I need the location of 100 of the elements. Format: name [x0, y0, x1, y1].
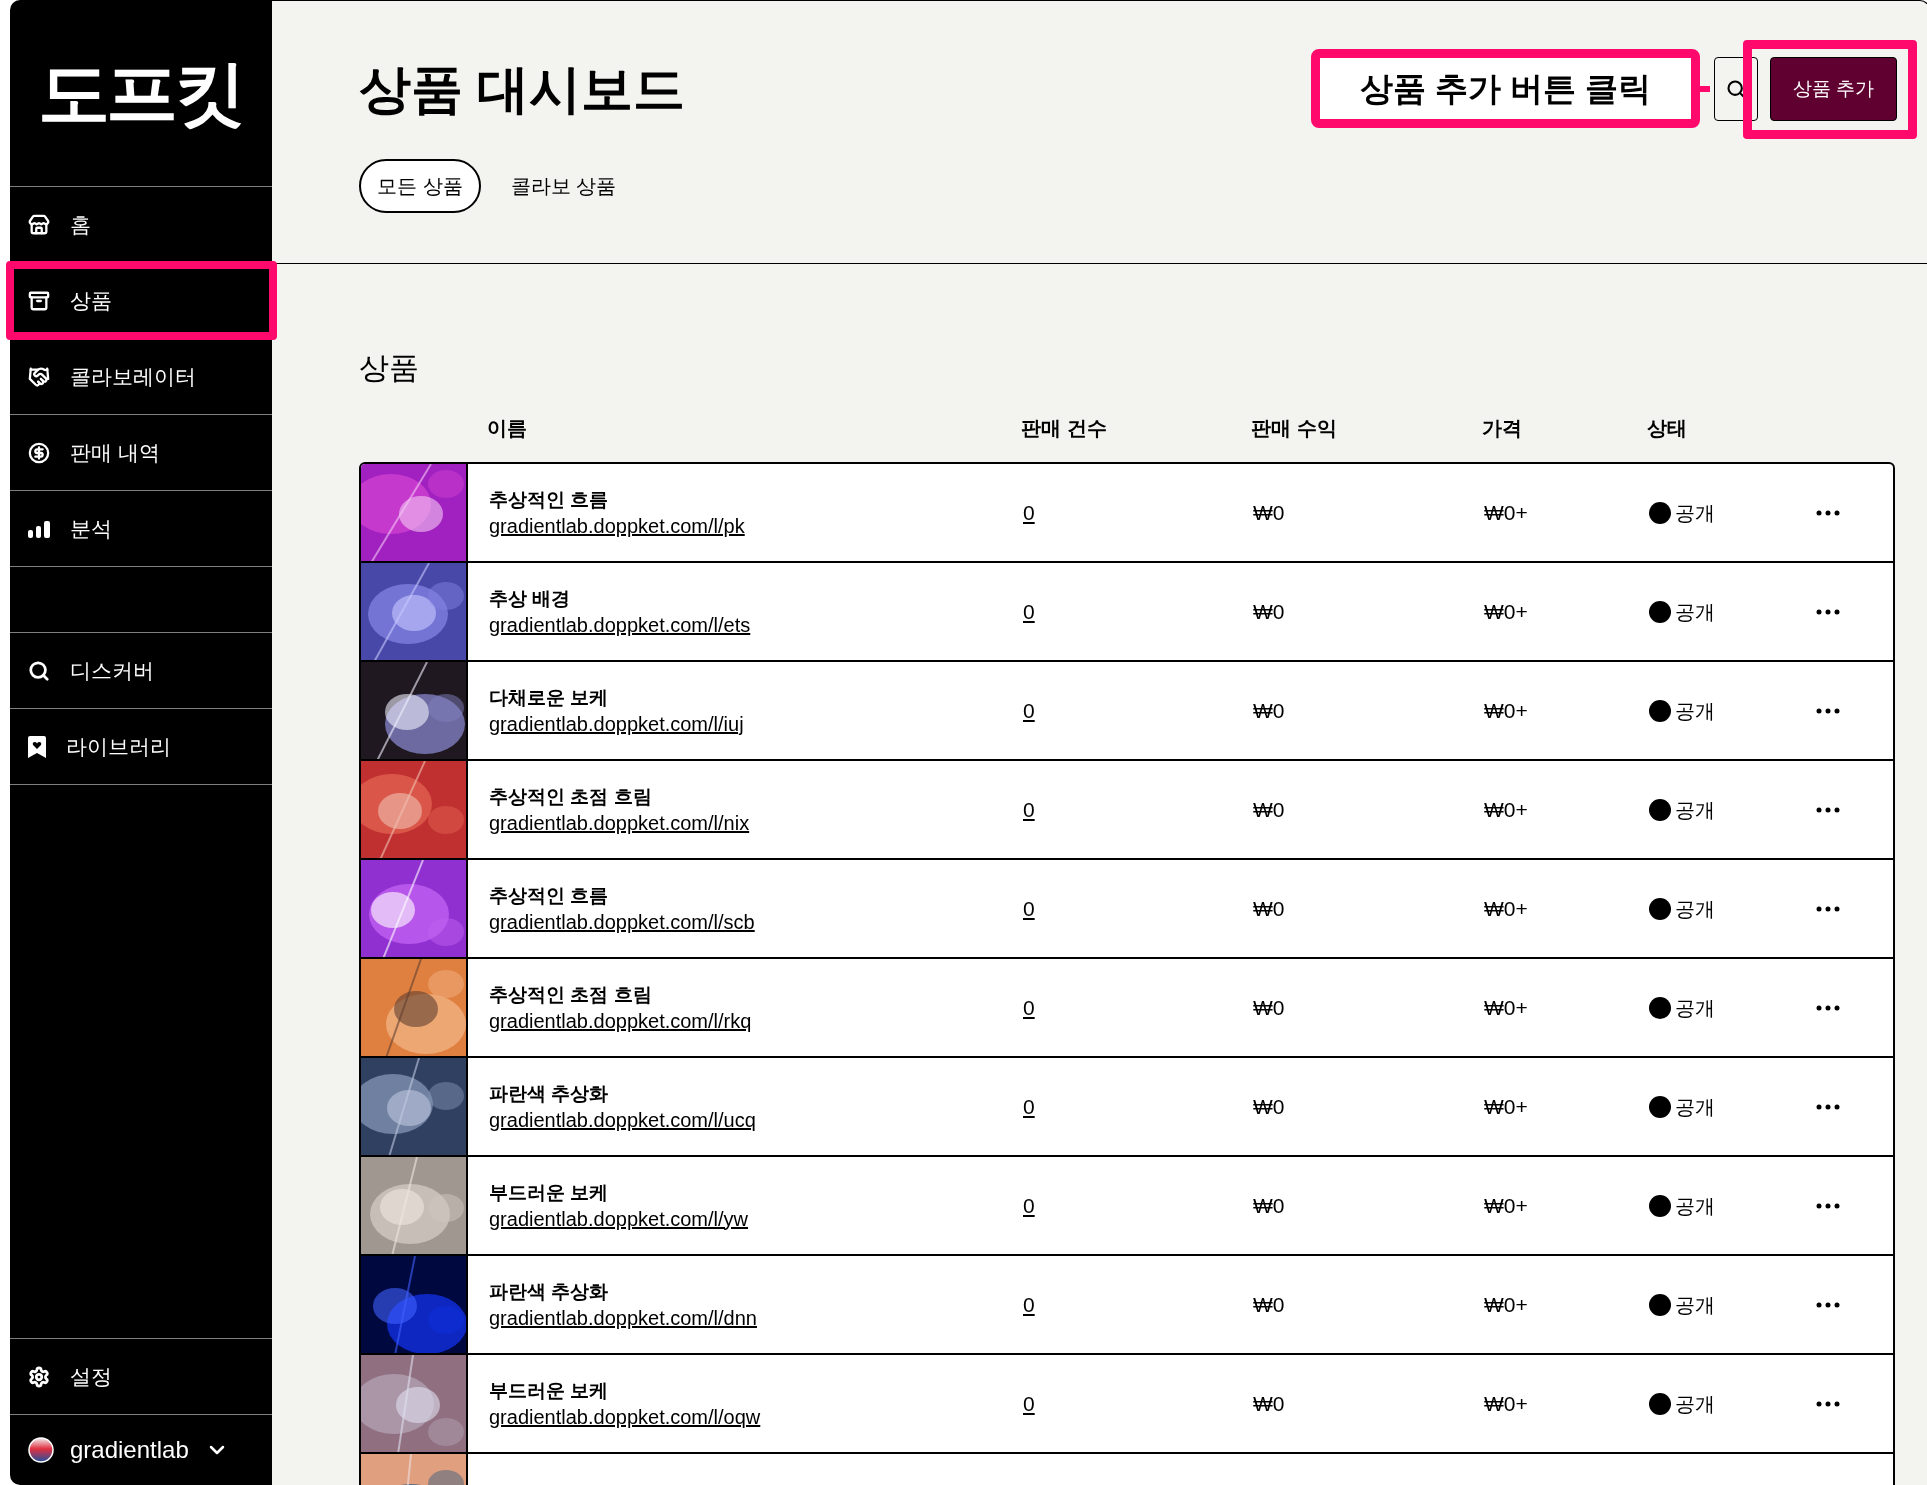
- ellipsis-icon: [1816, 1202, 1840, 1209]
- product-name: 추상적인 초점 흐림: [489, 982, 653, 1007]
- dollar-icon: [28, 441, 50, 464]
- add-product-button[interactable]: 상품 추가: [1770, 57, 1897, 121]
- status-label: 공개: [1675, 500, 1715, 526]
- bookmark-icon: [28, 735, 46, 758]
- product-name: 추상 배경: [489, 586, 572, 611]
- price-cell-text: ₩0+: [1484, 796, 1529, 823]
- product-link[interactable]: gradientlab.doppket.com/l/ucq: [489, 1106, 1023, 1133]
- product-name: 추상적인 흐름: [489, 487, 610, 512]
- ellipsis-icon: [1816, 608, 1840, 615]
- store-icon: [28, 213, 50, 236]
- ellipsis-icon: [1816, 1103, 1840, 1110]
- sales-count-link[interactable]: 0: [1023, 1094, 1035, 1118]
- revenue-cell-text: ₩0: [1253, 598, 1286, 625]
- revenue-cell-text: ₩0: [1253, 1093, 1286, 1120]
- price-cell-text: ₩0+: [1484, 1093, 1529, 1120]
- product-name: 부드러운 보케: [489, 1180, 610, 1205]
- revenue-cell-text: ₩0: [1253, 1291, 1286, 1318]
- sidebar-item[interactable]: 설정: [10, 1339, 272, 1414]
- revenue-cell-text: ₩0: [1253, 697, 1286, 724]
- price-cell-text: ₩0+: [1484, 994, 1529, 1021]
- logo[interactable]: 도프킷: [38, 57, 242, 129]
- column-header: 가격: [1482, 416, 1523, 441]
- callout-label: 상품 추가 버튼 클릭: [1311, 49, 1700, 128]
- search-icon: [1726, 79, 1746, 99]
- product-link[interactable]: gradientlab.doppket.com/l/pk: [489, 512, 1023, 539]
- revenue-cell-text: ₩0: [1253, 796, 1286, 823]
- bar-chart-icon: [28, 519, 50, 538]
- status-label: 공개: [1675, 797, 1715, 823]
- product-link[interactable]: gradientlab.doppket.com/l/nix: [489, 809, 1023, 836]
- column-header: 판매 건수: [1021, 416, 1108, 441]
- sales-count-link[interactable]: 0: [1023, 1193, 1035, 1217]
- sidebar-item[interactable]: 홈: [10, 187, 272, 262]
- status-label: 공개: [1675, 1391, 1715, 1417]
- archive-icon: [28, 289, 50, 312]
- sales-count-link[interactable]: 0: [1023, 1292, 1035, 1316]
- price-cell-text: ₩0+: [1484, 1390, 1529, 1417]
- sales-count-link[interactable]: 0: [1023, 698, 1035, 722]
- page-title: 상품 대시보드: [359, 59, 686, 120]
- sidebar-item[interactable]: 콜라보레이터: [10, 339, 272, 414]
- sales-count-link[interactable]: 0: [1023, 896, 1035, 920]
- column-header: 상태: [1647, 416, 1688, 441]
- price-cell-text: ₩0+: [1484, 499, 1529, 526]
- product-name: 추상적인 초점 흐림: [489, 784, 653, 809]
- sales-count-link[interactable]: 0: [1023, 995, 1035, 1019]
- ellipsis-icon: [1816, 1400, 1840, 1407]
- sidebar-item[interactable]: 분석: [10, 491, 272, 566]
- sales-count-link[interactable]: 0: [1023, 500, 1035, 524]
- settings-icon: [28, 1365, 50, 1388]
- price-cell-text: ₩0+: [1484, 697, 1529, 724]
- product-name: 파란색 추상화: [489, 1081, 610, 1106]
- status-label: 공개: [1675, 599, 1715, 625]
- price-cell-text: ₩0+: [1484, 598, 1529, 625]
- price-cell-text: ₩0+: [1484, 895, 1529, 922]
- status-label: 공개: [1675, 1094, 1715, 1120]
- sidebar-item[interactable]: 디스커버: [10, 633, 272, 708]
- ellipsis-icon: [1816, 707, 1840, 714]
- filter-tab[interactable]: 콜라보 상품: [508, 159, 619, 213]
- price-cell-text: ₩0+: [1484, 1192, 1529, 1219]
- product-link[interactable]: gradientlab.doppket.com/l/yw: [489, 1205, 1023, 1232]
- filter-tab[interactable]: 모든 상품: [359, 159, 481, 213]
- product-link[interactable]: gradientlab.doppket.com/l/ets: [489, 611, 1023, 638]
- status-label: 공개: [1675, 698, 1715, 724]
- sidebar-item[interactable]: 상품: [10, 263, 272, 338]
- price-cell-text: ₩0+: [1484, 1291, 1529, 1318]
- status-label: 공개: [1675, 995, 1715, 1021]
- revenue-cell-text: ₩0: [1253, 994, 1286, 1021]
- ellipsis-icon: [1816, 1301, 1840, 1308]
- ellipsis-icon: [1816, 509, 1840, 516]
- revenue-cell-text: ₩0: [1253, 499, 1286, 526]
- column-header: 판매 수익: [1251, 416, 1338, 441]
- handshake-icon: [28, 365, 50, 388]
- ellipsis-icon: [1816, 905, 1840, 912]
- product-link[interactable]: gradientlab.doppket.com/l/dnn: [489, 1304, 1023, 1331]
- sales-count-link[interactable]: 0: [1023, 797, 1035, 821]
- revenue-cell-text: ₩0: [1253, 1192, 1286, 1219]
- ellipsis-icon: [1816, 806, 1840, 813]
- product-link[interactable]: gradientlab.doppket.com/l/oqw: [489, 1403, 1023, 1430]
- ellipsis-icon: [1816, 1004, 1840, 1011]
- status-label: 공개: [1675, 896, 1715, 922]
- sidebar-item[interactable]: 판매 내역: [10, 415, 272, 490]
- revenue-cell-text: ₩0: [1253, 895, 1286, 922]
- search-icon: [28, 659, 50, 682]
- product-name: 부드러운 보케: [489, 1378, 610, 1403]
- column-header: 이름: [486, 416, 528, 441]
- product-name: 다채로운 보케: [489, 685, 610, 710]
- avatar-icon: [28, 1437, 54, 1463]
- sidebar-item[interactable]: 라이브러리: [10, 709, 272, 784]
- revenue-cell-text: ₩0: [1253, 1390, 1286, 1417]
- product-name: 파란색 추상화: [489, 1279, 610, 1304]
- sales-count-link[interactable]: 0: [1023, 1391, 1035, 1415]
- sales-count-link[interactable]: 0: [1023, 599, 1035, 623]
- account-menu[interactable]: gradientlab: [10, 1415, 272, 1485]
- product-link[interactable]: gradientlab.doppket.com/l/iuj: [489, 710, 1023, 737]
- product-link[interactable]: gradientlab.doppket.com/l/rkq: [489, 1007, 1023, 1034]
- status-label: 공개: [1675, 1292, 1715, 1318]
- status-label: 공개: [1675, 1193, 1715, 1219]
- product-link[interactable]: gradientlab.doppket.com/l/scb: [489, 908, 1023, 935]
- product-name: 추상적인 흐름: [489, 883, 610, 908]
